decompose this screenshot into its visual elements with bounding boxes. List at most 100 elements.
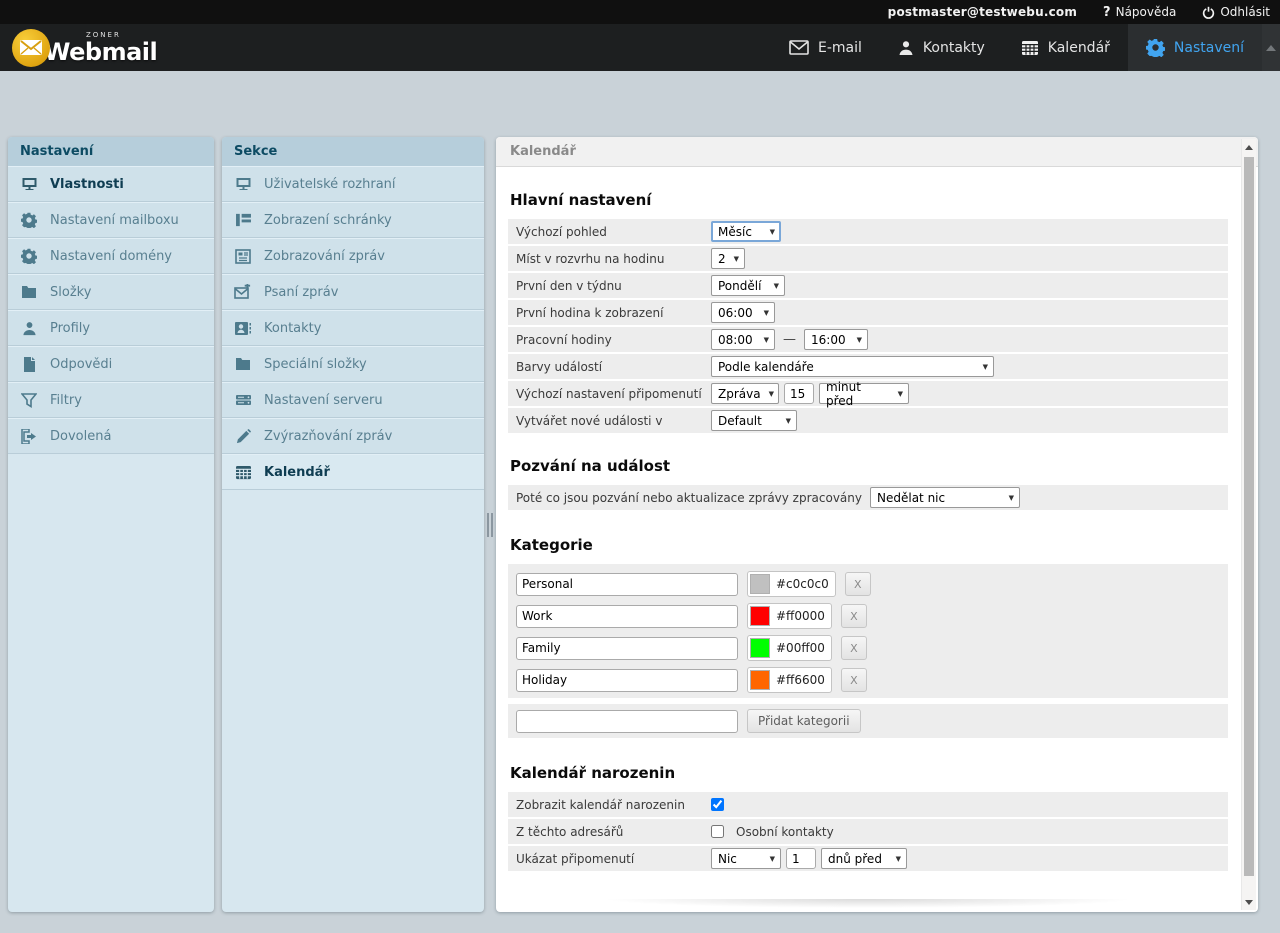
account-email: postmaster@testwebu.com (888, 5, 1077, 19)
birthday-reminder-unit-select[interactable]: dnů před▼ (821, 848, 907, 869)
section-item-specialni-slozky[interactable]: Speciální složky (222, 346, 484, 382)
chevron-down-icon: ▼ (898, 390, 903, 398)
envelope-icon (789, 40, 809, 55)
section-item-zobrazeni-schranky[interactable]: Zobrazení schránky (222, 202, 484, 238)
invitations-action-select[interactable]: Nedělat nic▼ (870, 487, 1020, 508)
remove-category-button[interactable]: X (841, 668, 867, 692)
birthday-reminder-amount-input[interactable] (786, 848, 816, 869)
sidebar-item-label: Nastavení domény (50, 249, 172, 264)
show-birthdays-checkbox[interactable] (711, 798, 724, 811)
work-hours-to-select[interactable]: 16:00▼ (804, 329, 868, 350)
section-item-nastaveni-serveru[interactable]: Nastavení serveru (222, 382, 484, 418)
new-events-select[interactable]: Default▼ (711, 410, 797, 431)
sidebar-item-vlastnosti[interactable]: Vlastnosti (8, 166, 214, 202)
scroll-down-button[interactable] (1242, 894, 1256, 910)
folder-icon (232, 357, 254, 371)
personal-contacts-checkbox[interactable] (711, 825, 724, 838)
server-icon (232, 393, 254, 407)
category-color-picker[interactable]: #ff6600 (747, 667, 832, 693)
sidebar-item-dovolena[interactable]: Dovolená (8, 418, 214, 454)
category-name-input[interactable] (516, 605, 738, 628)
new-category-input[interactable] (516, 710, 738, 733)
category-color-picker[interactable]: #c0c0c0 (747, 571, 836, 597)
brand-envelope-icon (12, 29, 50, 67)
sidebar-item-nastaveni-domeny[interactable]: Nastavení domény (8, 238, 214, 274)
nav-item-contacts[interactable]: Kontakty (880, 24, 1003, 71)
monitor-icon (232, 176, 254, 192)
event-colors-select[interactable]: Podle kalendáře▼ (711, 356, 994, 377)
nav-item-email[interactable]: E-mail (771, 24, 880, 71)
remove-category-button[interactable]: X (845, 572, 871, 596)
category-color-picker[interactable]: #00ff00 (747, 635, 832, 661)
gear-icon (18, 248, 40, 264)
nav-item-settings[interactable]: Nastavení (1128, 24, 1262, 71)
logout-label: Odhlásit (1220, 5, 1270, 19)
logout-link[interactable]: Odhlásit (1202, 5, 1270, 19)
setting-row-new-events: Vytvářet nové události v Default▼ (508, 408, 1228, 433)
section-item-kalendar[interactable]: Kalendář (222, 454, 484, 490)
sidebar-item-filtry[interactable]: Filtry (8, 382, 214, 418)
scroll-up-button[interactable] (1242, 139, 1256, 155)
newspaper-icon (232, 249, 254, 264)
section-item-label: Zobrazení schránky (264, 213, 392, 228)
first-hour-select[interactable]: 06:00▼ (711, 302, 775, 323)
mail-plus-icon (232, 284, 254, 300)
sidebar-item-odpovedi[interactable]: Odpovědi (8, 346, 214, 382)
add-category-button[interactable]: Přidat kategorii (747, 709, 861, 733)
category-name-input[interactable] (516, 669, 738, 692)
work-hours-from-select[interactable]: 08:00▼ (711, 329, 775, 350)
pencil-icon (232, 429, 254, 444)
reminder-amount-input[interactable] (784, 383, 814, 404)
select-value: Měsíc (718, 225, 752, 239)
default-view-select[interactable]: Měsíc ▼ (711, 221, 781, 242)
row-label: Vytvářet nové události v (508, 414, 711, 428)
section-item-label: Kontakty (264, 321, 321, 336)
section-item-psani-zprav[interactable]: Psaní zpráv (222, 274, 484, 310)
select-value: Pondělí (718, 279, 761, 293)
category-name-input[interactable] (516, 637, 738, 660)
color-hex-label: #c0c0c0 (776, 577, 829, 591)
section-item-kontakty[interactable]: Kontakty (222, 310, 484, 346)
sidebar-item-slozky[interactable]: Složky (8, 274, 214, 310)
add-category-row: Přidat kategorii (508, 704, 1228, 738)
chevron-down-icon: ▼ (786, 417, 791, 425)
account-bar: postmaster@testwebu.com ? Nápověda Odhlá… (0, 0, 1280, 24)
section-item-zvyraznovani-zprav[interactable]: Zvýrazňování zpráv (222, 418, 484, 454)
vertical-scrollbar[interactable] (1241, 139, 1256, 910)
category-color-picker[interactable]: #ff0000 (747, 603, 832, 629)
category-name-input[interactable] (516, 573, 738, 596)
nav-item-calendar[interactable]: Kalendář (1003, 24, 1128, 71)
setting-row-first-hour: První hodina k zobrazení 06:00▼ (508, 300, 1228, 325)
help-link[interactable]: ? Nápověda (1103, 5, 1176, 20)
section-item-zobrazovani-zprav[interactable]: Zobrazování zpráv (222, 238, 484, 274)
setting-row-invitations: Poté co jsou pozvání nebo aktualizace zp… (508, 485, 1228, 510)
select-value: Podle kalendáře (718, 360, 814, 374)
sidebar-item-nastaveni-mailboxu[interactable]: Nastavení mailboxu (8, 202, 214, 238)
scrollbar-thumb[interactable] (1244, 157, 1254, 876)
navbar-collapse-button[interactable] (1262, 24, 1280, 71)
remove-category-button[interactable]: X (841, 636, 867, 660)
sidebar-item-profily[interactable]: Profily (8, 310, 214, 346)
person-icon (18, 321, 40, 336)
color-hex-label: #ff6600 (776, 673, 825, 687)
birthday-reminder-type-select[interactable]: Nic▼ (711, 848, 781, 869)
content-shadow (548, 899, 1188, 911)
section-item-label: Zvýrazňování zpráv (264, 429, 392, 444)
sidebar-item-label: Profily (50, 321, 90, 336)
reminder-type-select[interactable]: Zpráva▼ (711, 383, 779, 404)
select-value: Nic (718, 852, 737, 866)
remove-category-button[interactable]: X (841, 604, 867, 628)
gear-icon (1146, 38, 1165, 57)
section-item-uzivatelske-rozhrani[interactable]: Uživatelské rozhraní (222, 166, 484, 202)
reminder-unit-select[interactable]: minut před▼ (819, 383, 909, 404)
chevron-down-icon: ▼ (770, 228, 775, 236)
general-settings-heading: Hlavní nastavení (510, 191, 1228, 209)
first-day-select[interactable]: Pondělí▼ (711, 275, 785, 296)
sidebar-item-label: Vlastnosti (50, 177, 124, 192)
slots-select[interactable]: 2▼ (711, 248, 745, 269)
range-dash: — (783, 332, 796, 347)
row-label: První hodina k zobrazení (508, 306, 711, 320)
section-item-label: Nastavení serveru (264, 393, 383, 408)
personal-contacts-label: Osobní kontakty (736, 825, 834, 839)
panel-resize-handle[interactable] (487, 513, 494, 537)
